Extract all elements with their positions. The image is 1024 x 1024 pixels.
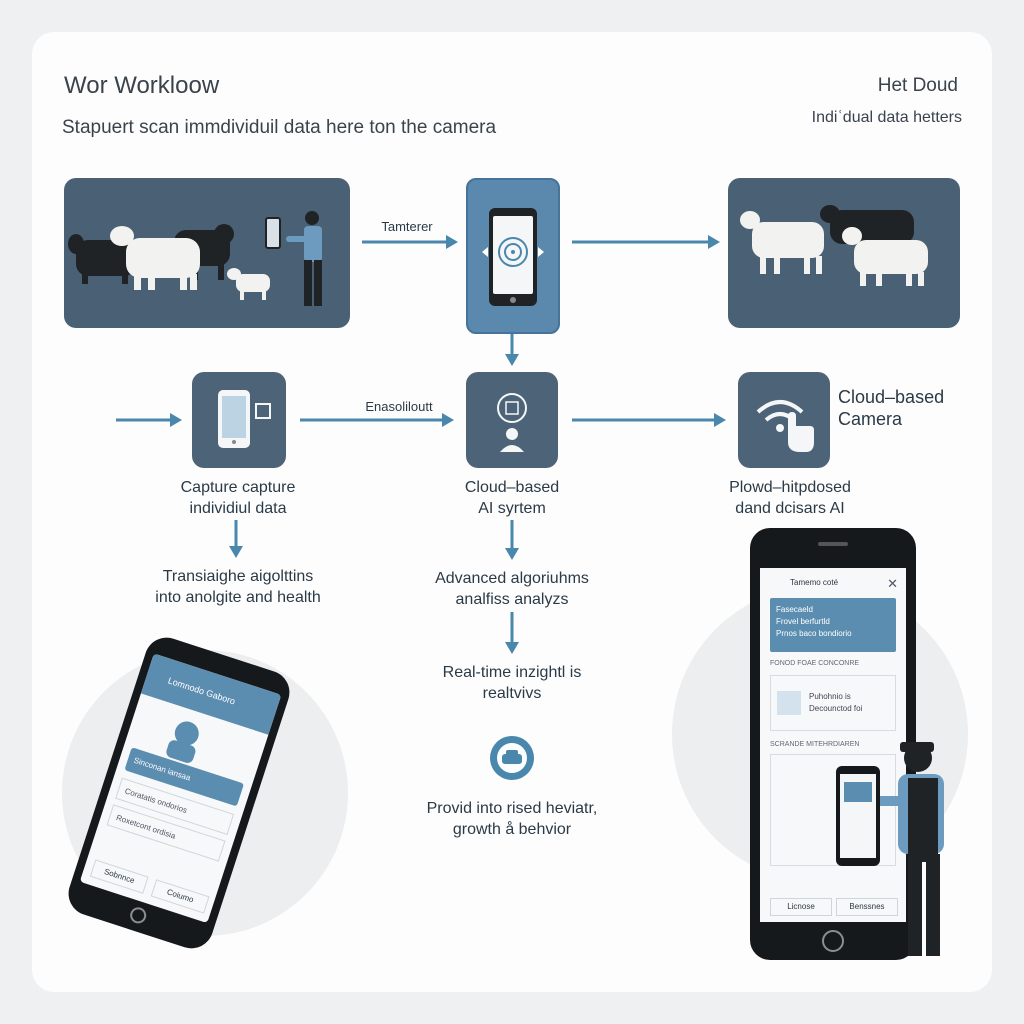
advanced-line2: analfiss analyzs [455, 591, 569, 608]
translate-label: Transiaighe aigolttins into anolgite and… [118, 566, 358, 608]
cloud-ai-line2: AI syrtem [478, 500, 546, 517]
cloud-ai-label: Cloud–based AI syrtem [412, 477, 612, 519]
close-icon[interactable]: ✕ [887, 576, 898, 592]
right-phone-item[interactable]: Puhohnio is Decounctod foi [770, 675, 896, 731]
provide-line2: growth å behvior [452, 821, 572, 838]
realtime-label: Real-time inzightl is realtvivs [392, 662, 632, 704]
camera-caption-line1: Plowd–hitpdosed [729, 479, 851, 496]
translate-line1: Transiaighe aigolttins [162, 568, 314, 585]
right-phone-card[interactable]: Fasecaeld Frovel berfurtld Prnos baco bo… [770, 598, 896, 652]
camera-caption-line2: dand dcisars AI [735, 500, 845, 517]
camera-tile[interactable] [738, 372, 830, 468]
camera-label: Cloud–based Camera [838, 386, 944, 430]
realtime-line1: Real-time inzightl is [442, 664, 582, 681]
item-icon [777, 691, 801, 715]
right-card-line1: Frovel berfurtld [776, 617, 830, 626]
phone-speaker [818, 542, 848, 546]
top-arrow-label: Tamterer [381, 219, 433, 234]
right-card-title: Fasecaeld [776, 605, 813, 614]
realtime-line2: realtvivs [482, 685, 542, 702]
camera-label-line1: Cloud–based [838, 387, 945, 407]
item-line2: Decounctod foi [809, 704, 863, 713]
capture-line1: Capture capture [180, 479, 296, 496]
right-phone-button[interactable]: Licnose [770, 898, 832, 916]
farmer-illustration [836, 742, 944, 956]
section-heading: FONOD FOAE CONCONRE [770, 660, 860, 667]
capture-tile[interactable] [192, 372, 286, 468]
right-phone-header: Tamemo coté [790, 578, 839, 587]
wifi-touch-icon [756, 400, 814, 452]
item-line1: Puhohnio is [809, 692, 851, 701]
ai-user-icon [497, 393, 527, 452]
capture-label: Capture capture individiul data [138, 477, 338, 519]
advanced-line1: Advanced algoriuhms [435, 570, 589, 587]
capture-line2: individiul data [189, 500, 287, 517]
translate-line2: into anolgite and health [155, 589, 321, 606]
cloud-ai-line1: Cloud–based [464, 479, 560, 496]
provide-line1: Provid into rised heviatr, [426, 800, 598, 817]
cloud-ai-tile[interactable] [466, 372, 558, 468]
mid-arrow-label: Enasoliloutt [365, 399, 433, 414]
insight-icon [490, 736, 534, 780]
advanced-label: Advanced algoriuhms analfiss analyzs [392, 568, 632, 610]
camera-label-line2: Camera [838, 409, 903, 429]
right-card-line2: Prnos baco bondiorio [776, 629, 852, 638]
provide-label: Provid into rised heviatr, growth å behv… [392, 798, 632, 840]
camera-caption: Plowd–hitpdosed dand dcisars AI [690, 477, 890, 519]
phone-icon [218, 390, 271, 448]
